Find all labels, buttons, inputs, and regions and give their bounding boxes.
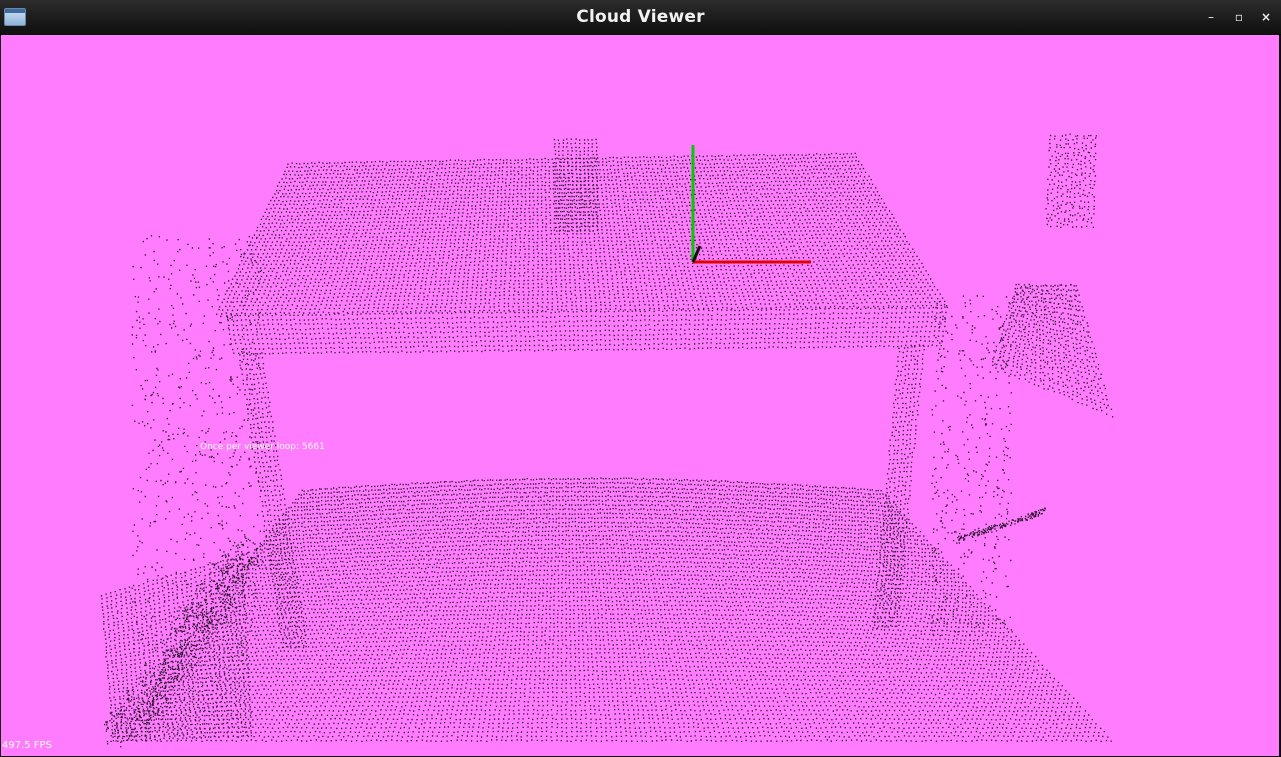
close-button[interactable]: × [1258, 9, 1274, 25]
cloud-viewer-window: Cloud Viewer – ▫ × Once per viewer loop:… [0, 0, 1281, 757]
viewer-loop-counter-text: Once per viewer loop: 5661 [200, 442, 325, 452]
point-cloud-points [100, 133, 1114, 748]
minimize-button[interactable]: – [1203, 9, 1219, 25]
maximize-button[interactable]: ▫ [1231, 9, 1247, 25]
window-title: Cloud Viewer [576, 7, 705, 27]
title-bar[interactable]: Cloud Viewer – ▫ × [0, 0, 1281, 35]
point-cloud-path [100, 133, 1114, 748]
point-cloud-canvas [100, 133, 1114, 748]
fps-counter: 497.5 FPS [2, 740, 52, 751]
point-cloud-viewport[interactable]: Once per viewer loop: 5661 497.5 FPS [1, 35, 1279, 756]
coordinate-axes [691, 145, 811, 264]
